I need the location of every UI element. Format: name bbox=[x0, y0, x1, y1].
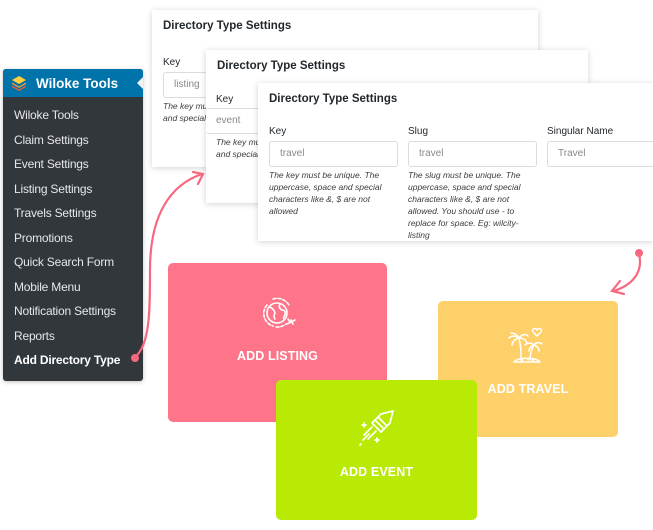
panel-title: Directory Type Settings bbox=[163, 20, 292, 32]
admin-sidebar-menu: Wiloke Tools Wiloke Tools Claim Settings… bbox=[3, 69, 143, 381]
add-travel-label: ADD TRAVEL bbox=[487, 382, 569, 396]
settings-panel-travel: Directory Type Settings Key travel The k… bbox=[258, 83, 653, 241]
sidebar-menu-header[interactable]: Wiloke Tools bbox=[3, 69, 143, 97]
sidebar-item-travels-settings[interactable]: Travels Settings bbox=[3, 201, 143, 226]
current-menu-pointer bbox=[137, 77, 143, 89]
palm-island-heart-icon bbox=[508, 327, 543, 363]
slug-input[interactable]: travel bbox=[408, 141, 537, 167]
sidebar-item-quick-search-form[interactable]: Quick Search Form bbox=[3, 250, 143, 275]
singular-name-input[interactable]: Travel bbox=[547, 141, 653, 167]
key-label: Key bbox=[163, 57, 181, 68]
arrow-start-dot bbox=[635, 249, 643, 257]
add-listing-label: ADD LISTING bbox=[237, 349, 318, 363]
sidebar-item-wiloke-tools[interactable]: Wiloke Tools bbox=[3, 103, 143, 128]
globe-plane-icon bbox=[262, 297, 296, 328]
add-event-card[interactable]: ADD EVENT bbox=[276, 380, 477, 520]
key-label: Key bbox=[216, 94, 234, 105]
sidebar-item-event-settings[interactable]: Event Settings bbox=[3, 152, 143, 177]
panel-title: Directory Type Settings bbox=[217, 60, 346, 72]
sidebar-item-claim-settings[interactable]: Claim Settings bbox=[3, 128, 143, 153]
sidebar-menu-title: Wiloke Tools bbox=[36, 75, 119, 91]
key-help-text: The key must be unique. The uppercase, s… bbox=[269, 170, 382, 216]
layers-icon bbox=[12, 76, 26, 91]
sidebar-item-listing-settings[interactable]: Listing Settings bbox=[3, 177, 143, 202]
add-event-label: ADD EVENT bbox=[339, 465, 414, 479]
panel-title: Directory Type Settings bbox=[269, 93, 398, 105]
panels-to-travel-arrow bbox=[610, 252, 642, 296]
sidebar-item-add-directory-type[interactable]: Add Directory Type bbox=[3, 348, 143, 373]
sidebar-item-promotions[interactable]: Promotions bbox=[3, 226, 143, 251]
slug-label: Slug bbox=[408, 126, 429, 137]
singular-name-label: Singular Name bbox=[547, 126, 614, 137]
sidebar-item-reports[interactable]: Reports bbox=[3, 324, 143, 349]
sidebar-item-mobile-menu[interactable]: Mobile Menu bbox=[3, 275, 143, 300]
key-input[interactable]: travel bbox=[269, 141, 398, 167]
key-label: Key bbox=[269, 126, 287, 137]
sidebar-item-notification-settings[interactable]: Notification Settings bbox=[3, 299, 143, 324]
firework-rocket-icon bbox=[358, 410, 394, 446]
slug-help-text: The slug must be unique. The uppercase, … bbox=[408, 170, 521, 240]
